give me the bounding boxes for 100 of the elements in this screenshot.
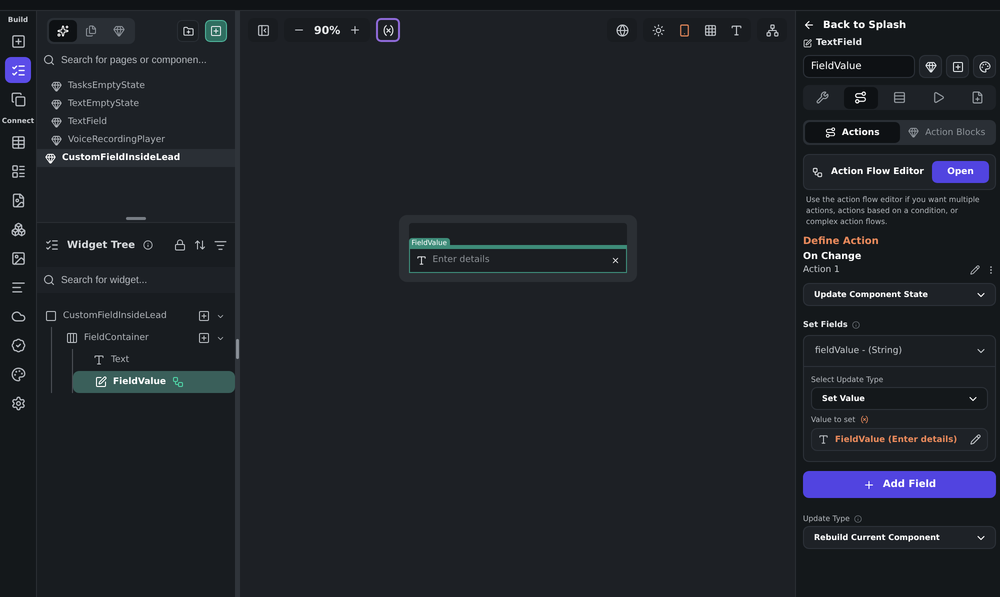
paint-button[interactable] bbox=[973, 55, 996, 78]
action-type-dropdown[interactable]: Update Component State bbox=[803, 283, 996, 306]
gem-icon bbox=[51, 98, 62, 110]
file-plus-icon bbox=[970, 91, 984, 104]
component-icon bbox=[45, 310, 57, 322]
palette-icon bbox=[978, 60, 990, 72]
boxes-icon bbox=[10, 222, 26, 236]
page-item[interactable]: TextField bbox=[37, 113, 235, 131]
gem-icon bbox=[924, 60, 936, 72]
add-widget-icon[interactable] bbox=[198, 332, 210, 344]
search-bar[interactable]: Search for widget... bbox=[37, 267, 235, 293]
zoom-level: 90% bbox=[314, 24, 340, 36]
text-icon bbox=[730, 24, 742, 36]
add-page-button[interactable] bbox=[205, 20, 227, 42]
column-icon bbox=[66, 332, 78, 344]
rail-button[interactable] bbox=[5, 57, 31, 83]
toggle-button[interactable] bbox=[376, 18, 400, 42]
table-icon bbox=[10, 134, 26, 150]
gem-icon bbox=[113, 25, 125, 37]
rows-icon bbox=[893, 91, 906, 104]
property-tab[interactable] bbox=[844, 86, 878, 108]
action-icon bbox=[172, 376, 184, 388]
back-link[interactable]: Back to Splash bbox=[803, 15, 996, 35]
page-item[interactable]: CustomFieldInsideLead bbox=[37, 149, 235, 167]
component-button[interactable] bbox=[919, 55, 942, 78]
tree-item[interactable]: Text bbox=[73, 349, 235, 371]
edit-icon[interactable] bbox=[970, 434, 981, 445]
folder-plus-icon bbox=[182, 26, 194, 36]
network-icon bbox=[766, 24, 778, 36]
tree-item[interactable]: FieldContainer bbox=[52, 327, 235, 349]
expand-icon[interactable] bbox=[194, 239, 206, 251]
list-icon bbox=[10, 62, 26, 78]
gem-icon bbox=[51, 116, 62, 128]
name-field[interactable]: FieldValue bbox=[803, 55, 915, 78]
info-icon[interactable] bbox=[854, 514, 862, 522]
new-folder-button[interactable] bbox=[177, 20, 199, 42]
trigger-label: On Change bbox=[803, 251, 862, 262]
add-widget-icon bbox=[10, 34, 26, 48]
text-icon bbox=[818, 434, 829, 445]
panel-tab[interactable] bbox=[49, 20, 77, 42]
gem-icon bbox=[51, 134, 62, 146]
cloud-icon bbox=[10, 308, 26, 324]
search-icon bbox=[43, 274, 55, 286]
wrench-icon bbox=[816, 91, 828, 104]
add-widget-icon[interactable] bbox=[198, 310, 210, 322]
tree-item[interactable]: CustomFieldInsideLead bbox=[37, 305, 235, 327]
image-icon bbox=[10, 250, 26, 266]
widget-type: TextField bbox=[816, 38, 862, 48]
route-icon bbox=[854, 91, 868, 104]
align-left-icon bbox=[10, 280, 26, 294]
variable-icon bbox=[382, 24, 395, 36]
add-field-button[interactable]: Add Field bbox=[803, 471, 996, 498]
card-title: Action Flow Editor bbox=[831, 167, 924, 177]
layout-list-icon bbox=[10, 164, 26, 178]
resize-handle[interactable] bbox=[236, 339, 239, 359]
gem-icon bbox=[908, 127, 920, 138]
copy-icon bbox=[10, 92, 26, 106]
plus-square-icon bbox=[952, 60, 964, 72]
edit-icon[interactable] bbox=[970, 265, 980, 275]
text-field[interactable]: Enter details bbox=[408, 244, 626, 272]
action-tab[interactable]: Actions bbox=[805, 122, 900, 143]
route-icon bbox=[824, 127, 836, 138]
file-icon bbox=[10, 192, 26, 208]
settings-icon bbox=[10, 396, 26, 410]
lock-icon[interactable] bbox=[174, 239, 186, 251]
page-item[interactable]: TasksEmptyState bbox=[37, 77, 235, 95]
value-field[interactable]: FieldValue (Enter details) bbox=[811, 428, 988, 451]
section-heading: Define Action bbox=[803, 236, 880, 247]
search-field[interactable]: Search for widget... bbox=[61, 274, 229, 286]
tree-item[interactable]: FieldValue bbox=[73, 371, 235, 393]
add-button[interactable] bbox=[946, 55, 969, 78]
page-item[interactable]: VoiceRecordingPlayer bbox=[37, 131, 235, 149]
sparkle-icon bbox=[57, 25, 69, 37]
field-label: Set Fields bbox=[803, 320, 848, 329]
update-type-dropdown[interactable]: Set Value bbox=[811, 387, 988, 410]
search-icon bbox=[43, 54, 55, 66]
badge-check-icon bbox=[10, 338, 26, 352]
action-name: Action 1 bbox=[803, 265, 841, 275]
panel-title: Widget Tree bbox=[67, 240, 136, 250]
action-tab[interactable]: Action Blocks bbox=[900, 122, 994, 143]
files-icon bbox=[85, 25, 97, 37]
arrow-left-icon bbox=[803, 19, 815, 31]
tree-icon bbox=[45, 238, 59, 252]
play-icon bbox=[932, 91, 945, 104]
textfield-icon bbox=[803, 38, 812, 48]
variable-icon[interactable] bbox=[860, 415, 870, 424]
search-field[interactable]: Search for pages or componen... bbox=[61, 54, 229, 66]
sort-icon[interactable] bbox=[214, 238, 227, 252]
open-button[interactable]: Open bbox=[932, 161, 989, 183]
close-icon[interactable] bbox=[610, 256, 620, 264]
globe-icon bbox=[616, 24, 628, 36]
flow-icon bbox=[812, 166, 823, 178]
page-item[interactable]: TextEmptyState bbox=[37, 95, 235, 113]
info-icon[interactable] bbox=[143, 240, 154, 250]
textfield-icon bbox=[95, 376, 107, 388]
info-icon[interactable] bbox=[852, 320, 860, 328]
update-type-dropdown[interactable]: Rebuild Current Component bbox=[803, 526, 996, 549]
plus-icon bbox=[349, 24, 362, 36]
phone-icon bbox=[678, 24, 690, 36]
resize-handle[interactable] bbox=[126, 217, 146, 220]
